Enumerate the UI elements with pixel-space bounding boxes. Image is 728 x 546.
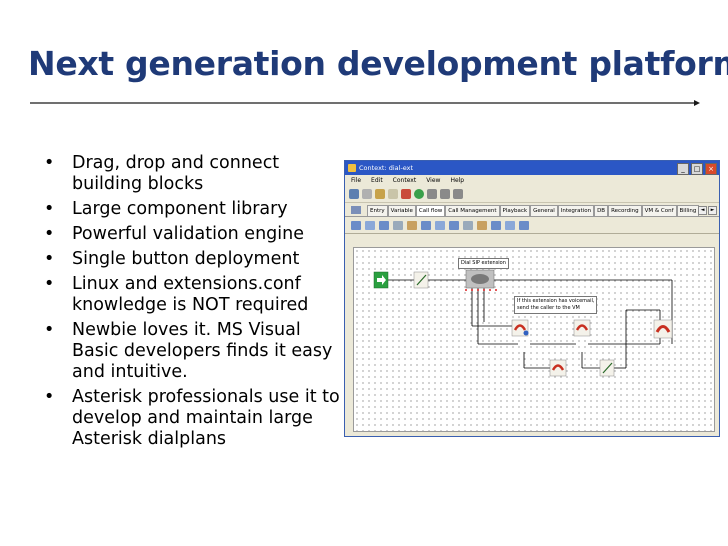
save-icon[interactable] [349, 189, 359, 199]
bullet-item: • Asterisk professionals use it to develo… [30, 387, 350, 450]
bullet-text: Asterisk professionals use it to develop… [72, 387, 340, 449]
callout-voicemail-line: send the caller to the VM [517, 305, 580, 311]
toolbar [345, 186, 719, 203]
slide-title: Next generation development platform [28, 44, 728, 83]
bullet-dot: • [44, 224, 55, 244]
tab-billing[interactable]: Billing [676, 205, 700, 216]
flow-connections [373, 269, 673, 377]
window-titlebar[interactable]: Context: dial-ext _ □ × [345, 161, 719, 175]
palette-item-icon[interactable] [393, 220, 403, 230]
tab-call-flow[interactable]: Call flow [415, 205, 446, 216]
zoom-out-icon[interactable] [440, 189, 450, 199]
bullet-text: Linux and extensions.conf knowledge is N… [72, 274, 309, 315]
callout-dial-sip: Dial SIP extension [458, 258, 509, 269]
bullet-dot: • [44, 153, 55, 173]
bullet-item: • Powerful validation engine [30, 224, 350, 245]
validate-icon[interactable] [414, 189, 424, 199]
paste-icon[interactable] [388, 189, 398, 199]
menu-context[interactable]: Context [393, 175, 417, 186]
close-button[interactable]: × [705, 163, 717, 175]
bullet-item: • Single button deployment [30, 249, 350, 270]
tab-scroll-left-icon[interactable]: ◄ [698, 206, 707, 215]
phone-hangup-icon[interactable] [573, 319, 591, 337]
hangup-phone-icon[interactable] [549, 359, 567, 377]
palette-tabs: Entry Variable Call flow Call Management… [345, 203, 719, 217]
palette-item-icon[interactable] [435, 220, 445, 230]
bullet-text: Powerful validation engine [72, 224, 304, 244]
flow-canvas[interactable]: Dial SIP extension If this extension has… [353, 247, 715, 432]
tab-group-icon [351, 206, 361, 214]
palette-item-icon[interactable] [463, 220, 473, 230]
copy-icon[interactable] [375, 189, 385, 199]
bullet-text: Single button deployment [72, 249, 300, 269]
palette-item-icon[interactable] [519, 220, 529, 230]
menu-file[interactable]: File [351, 175, 361, 186]
bullet-dot: • [44, 249, 55, 269]
menu-view[interactable]: View [426, 175, 440, 186]
tab-general[interactable]: General [530, 205, 558, 216]
palette-item-icon[interactable] [505, 220, 515, 230]
callout-voicemail-line: If this extension has voicemail, [517, 298, 595, 304]
bullet-text: Newbie loves it. MS Visual Basic develop… [72, 320, 333, 382]
menu-bar: File Edit Context View Help [345, 175, 719, 186]
menu-help[interactable]: Help [450, 175, 464, 186]
tab-scroll-right-icon[interactable]: ► [708, 206, 717, 215]
bullet-text: Large component library [72, 199, 288, 219]
callout-voicemail: If this extension has voicemail, send th… [514, 296, 598, 314]
palette-item-icon[interactable] [365, 220, 375, 230]
palette-item-icon[interactable] [407, 220, 417, 230]
tab-call-management[interactable]: Call Management [445, 205, 500, 216]
hangup-phone-icon[interactable] [653, 319, 673, 339]
component-palette [345, 217, 719, 234]
tab-playback[interactable]: Playback [499, 205, 531, 216]
bullet-list: • Drag, drop and connect building blocks … [30, 153, 350, 454]
bullet-dot: • [44, 274, 55, 294]
bullet-dot: • [44, 320, 55, 340]
zoom-fit-icon[interactable] [453, 189, 463, 199]
tab-db[interactable]: DB [594, 205, 609, 216]
delete-icon[interactable] [401, 189, 411, 199]
bullet-text: Drag, drop and connect building blocks [72, 153, 280, 194]
menu-edit[interactable]: Edit [371, 175, 383, 186]
tab-integration[interactable]: Integration [557, 205, 595, 216]
palette-item-icon[interactable] [379, 220, 389, 230]
app-window: Context: dial-ext _ □ × File Edit Contex… [344, 160, 720, 437]
tab-vm-conf[interactable]: VM & Conf [641, 205, 677, 216]
app-icon [348, 164, 356, 172]
bullet-item: • Newbie loves it. MS Visual Basic develo… [30, 320, 350, 383]
bullet-dot: • [44, 387, 55, 407]
palette-item-icon[interactable] [477, 220, 487, 230]
bullet-item: • Drag, drop and connect building blocks [30, 153, 350, 195]
bullet-item: • Linux and extensions.conf knowledge is … [30, 274, 350, 316]
tab-variable[interactable]: Variable [387, 205, 416, 216]
palette-item-icon[interactable] [491, 220, 501, 230]
palette-item-icon[interactable] [351, 220, 361, 230]
maximize-button[interactable]: □ [691, 163, 703, 175]
palette-item-icon[interactable] [449, 220, 459, 230]
tab-entry[interactable]: Entry [367, 205, 388, 216]
minimize-button[interactable]: _ [677, 163, 689, 175]
zoom-in-icon[interactable] [427, 189, 437, 199]
window-title: Context: dial-ext [359, 164, 414, 172]
title-underline-arrow [30, 100, 700, 106]
tab-recording[interactable]: Recording [608, 205, 642, 216]
palette-item-icon[interactable] [421, 220, 431, 230]
bullet-item: • Large component library [30, 199, 350, 220]
cut-icon[interactable] [362, 189, 372, 199]
bullet-dot: • [44, 199, 55, 219]
